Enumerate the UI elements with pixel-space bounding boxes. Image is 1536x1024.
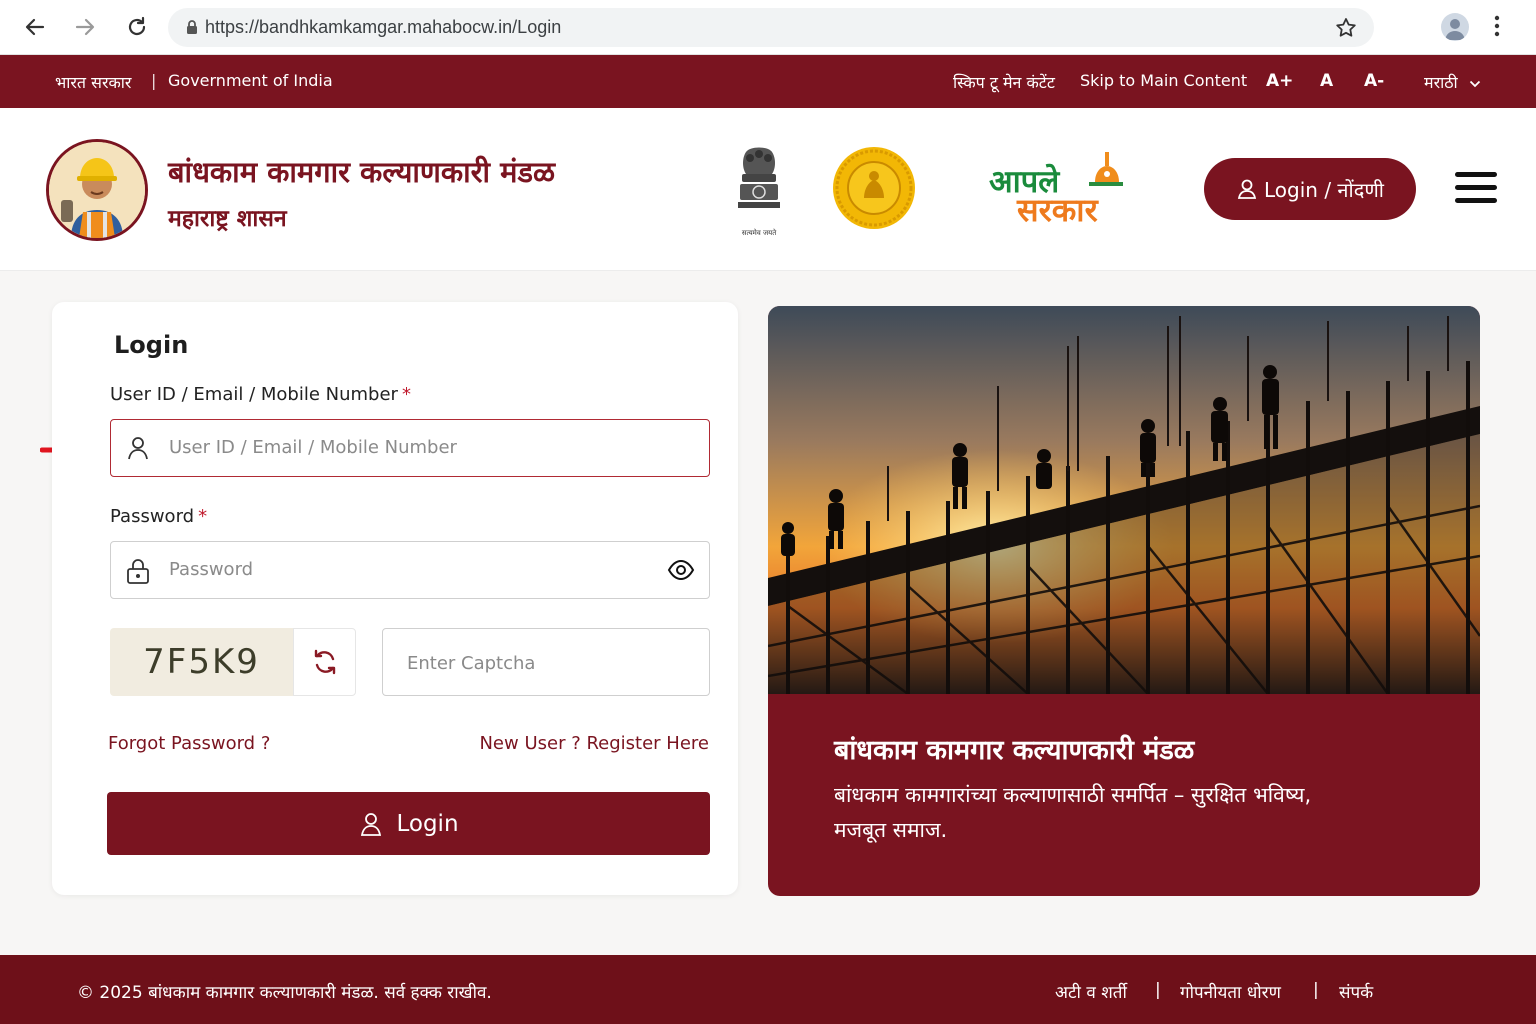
footer-separator: | (1313, 980, 1319, 1000)
gov-hindi-link[interactable]: भारत सरकार (55, 71, 131, 93)
show-password-eye-icon[interactable] (667, 558, 695, 586)
browser-menu-icon[interactable] (1494, 14, 1500, 42)
government-bar: भारत सरकार | Government of India स्किप ट… (0, 55, 1536, 108)
refresh-captcha-icon[interactable] (293, 628, 356, 696)
url-text: https://bandhkamkamgar.mahabocw.in/Login (205, 17, 562, 37)
sarkar-text: सरकार (1017, 191, 1098, 229)
user-id-input[interactable]: User ID / Email / Mobile Number (110, 419, 710, 477)
contact-link[interactable]: संपर्क (1339, 980, 1373, 1003)
site-footer: © 2025 बांधकाम कामगार कल्याणकारी मंडळ. स… (0, 955, 1536, 1024)
lock-icon (125, 557, 151, 589)
login-submit-button[interactable]: Login (107, 792, 710, 855)
organization-subtitle: महाराष्ट्र शासन (168, 206, 287, 232)
password-label: Password * (110, 506, 208, 527)
address-bar[interactable]: https://bandhkamkamgar.mahabocw.in/Login (168, 8, 1374, 47)
hero-panel: बांधकाम कामगार कल्याणकारी मंडळ बांधकाम क… (768, 306, 1480, 896)
hero-description: बांधकाम कामगारांच्या कल्याणासाठी समर्पित… (834, 783, 1312, 842)
hero-title: बांधकाम कामगार कल्याणकारी मंडळ (834, 735, 1195, 766)
gov-separator: | (151, 71, 157, 90)
register-link[interactable]: New User ? Register Here (479, 733, 709, 754)
captcha-input[interactable]: Enter Captcha (382, 628, 710, 696)
user-id-label: User ID / Email / Mobile Number * (110, 384, 411, 405)
gov-english-link[interactable]: Government of India (168, 71, 333, 90)
login-title: Login (114, 331, 189, 359)
back-icon[interactable] (20, 12, 50, 42)
emblem-motto: सत्यमेव जयते (741, 229, 777, 237)
footer-separator: | (1155, 980, 1161, 1000)
user-icon (361, 812, 382, 836)
forgot-password-link[interactable]: Forgot Password ? (108, 733, 270, 754)
user-icon (1237, 179, 1257, 199)
construction-workers-photo (768, 306, 1480, 694)
font-normal-button[interactable]: A (1320, 71, 1333, 91)
national-emblem-icon: सत्यमेव जयते (728, 144, 790, 237)
maharashtra-seal-icon (832, 146, 916, 230)
aaple-sarkar-logo[interactable]: आपले सरकार (985, 146, 1130, 230)
login-submit-label: Login (396, 810, 459, 837)
skip-content-marathi-link[interactable]: स्किप टू मेन कंटेंट (953, 71, 1055, 93)
lock-icon (186, 20, 198, 39)
captcha-image: 7F5K9 (110, 628, 293, 696)
hamburger-menu-icon[interactable] (1455, 172, 1497, 206)
browser-toolbar: https://bandhkamkamgar.mahabocw.in/Login (0, 0, 1536, 55)
forward-icon[interactable] (70, 12, 100, 42)
password-input[interactable]: Password (110, 541, 710, 599)
site-header: बांधकाम कामगार कल्याणकारी मंडळ महाराष्ट्… (0, 108, 1536, 271)
font-decrease-button[interactable]: A- (1364, 71, 1384, 91)
skip-content-english-link[interactable]: Skip to Main Content (1080, 71, 1247, 90)
organization-title: बांधकाम कामगार कल्याणकारी मंडळ (168, 155, 556, 189)
captcha-placeholder: Enter Captcha (407, 653, 536, 674)
terms-link[interactable]: अटी व शर्ती (1055, 980, 1127, 1003)
font-increase-button[interactable]: A+ (1266, 71, 1293, 91)
profile-avatar-icon[interactable] (1441, 13, 1469, 41)
privacy-policy-link[interactable]: गोपनीयता धोरण (1180, 980, 1281, 1003)
password-placeholder: Password (169, 559, 254, 580)
user-id-placeholder: User ID / Email / Mobile Number (169, 437, 457, 458)
reload-icon[interactable] (122, 12, 152, 42)
login-card: Login User ID / Email / Mobile Number * U… (52, 302, 738, 895)
header-login-button[interactable]: Login / नोंदणी (1204, 158, 1416, 220)
language-select[interactable]: मराठी (1424, 71, 1481, 93)
chevron-down-icon (1469, 80, 1480, 88)
language-label: मराठी (1424, 73, 1458, 92)
user-icon (125, 435, 151, 465)
worker-logo-icon[interactable] (46, 139, 148, 241)
bookmark-star-icon[interactable] (1334, 16, 1358, 44)
copyright-text: © 2025 बांधकाम कामगार कल्याणकारी मंडळ. स… (77, 983, 492, 1003)
header-login-label: Login / नोंदणी (1264, 177, 1384, 202)
